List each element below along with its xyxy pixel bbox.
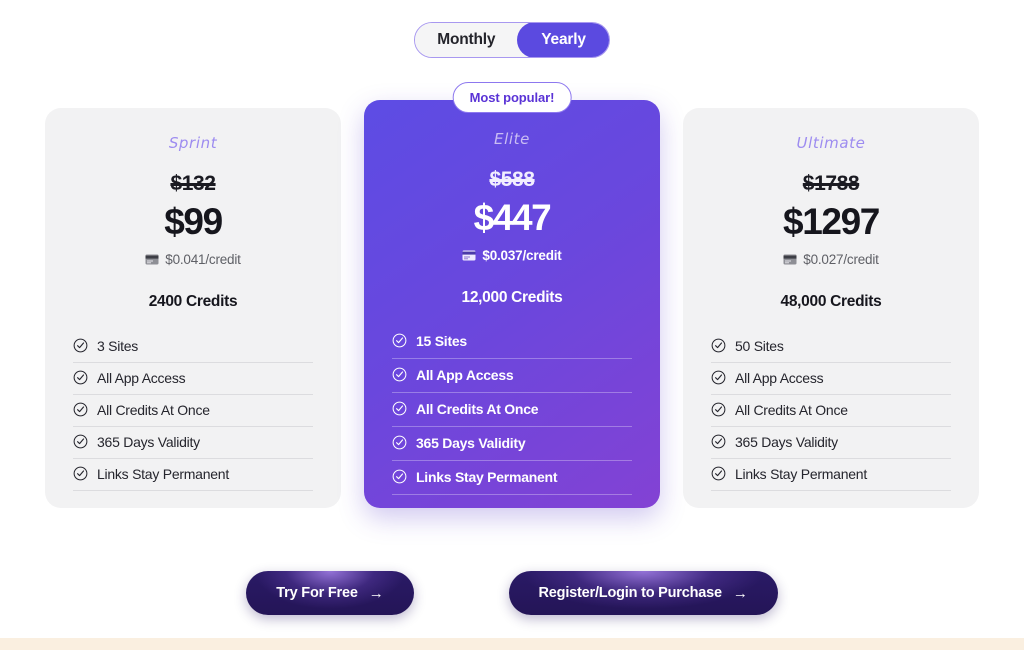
register-login-purchase-button[interactable]: Register/Login to Purchase → [509, 571, 778, 615]
current-price: $99 [164, 201, 223, 242]
feature-list: 3 Sites All App Access All Credits At On… [67, 331, 319, 491]
feature-item: 365 Days Validity [392, 427, 632, 461]
credit-card-icon [145, 254, 159, 265]
check-circle-icon [73, 467, 88, 481]
billing-period-toggle[interactable]: Monthly Yearly [414, 22, 610, 58]
feature-item: Links Stay Permanent [73, 459, 313, 491]
per-credit-rate-row: $0.041/credit [67, 252, 319, 267]
arrow-right-icon: → [368, 584, 384, 602]
check-circle-icon [711, 435, 726, 449]
check-circle-icon [73, 435, 88, 449]
original-price: $132 [170, 172, 216, 195]
original-price: $588 [489, 168, 535, 191]
feature-item: All App Access [711, 363, 951, 395]
feature-label: All Credits At Once [97, 401, 210, 418]
register-login-purchase-label: Register/Login to Purchase [538, 585, 723, 601]
arrow-right-icon: → [732, 584, 748, 602]
feature-item: All Credits At Once [392, 393, 632, 427]
billing-toggle-container: Monthly Yearly [0, 22, 1024, 58]
feature-item: 365 Days Validity [73, 427, 313, 459]
check-circle-icon [73, 403, 88, 417]
check-circle-icon [392, 368, 407, 382]
current-price: $1297 [783, 201, 880, 242]
check-circle-icon [711, 371, 726, 385]
check-circle-icon [392, 334, 407, 348]
credits-amount: 48,000 Credits [780, 292, 882, 310]
feature-item: 50 Sites [711, 331, 951, 363]
feature-label: 50 Sites [735, 337, 784, 354]
feature-label: All Credits At Once [735, 401, 848, 418]
per-credit-rate-row: $0.037/credit [386, 248, 638, 263]
toggle-option-yearly-label: Yearly [541, 31, 586, 48]
feature-item: 3 Sites [73, 331, 313, 363]
feature-label: Links Stay Permanent [416, 468, 558, 485]
check-circle-icon [711, 467, 726, 481]
try-for-free-button[interactable]: Try For Free → [246, 571, 413, 615]
credit-card-icon [783, 254, 797, 265]
feature-label: All App Access [97, 369, 186, 386]
most-popular-badge: Most popular! [452, 82, 572, 113]
toggle-option-monthly-label: Monthly [437, 31, 496, 48]
toggle-option-yearly[interactable]: Yearly [517, 23, 609, 57]
credits-amount: 2400 Credits [148, 292, 238, 310]
plan-name: Sprint [168, 134, 218, 152]
credit-card-icon [462, 250, 476, 261]
check-circle-icon [73, 339, 88, 353]
pricing-card-elite[interactable]: Most popular! Elite $588 $447 $0.037/cre… [364, 82, 660, 508]
per-credit-rate-row: $0.027/credit [705, 252, 957, 267]
feature-item: All Credits At Once [73, 395, 313, 427]
try-for-free-label: Try For Free [276, 585, 358, 601]
feature-label: 365 Days Validity [735, 433, 838, 450]
feature-label: 365 Days Validity [97, 433, 200, 450]
check-circle-icon [711, 403, 726, 417]
check-circle-icon [392, 470, 407, 484]
check-circle-icon [392, 436, 407, 450]
feature-list: 15 Sites All App Access All Credits At O… [386, 325, 638, 495]
feature-label: All App Access [416, 366, 514, 383]
check-circle-icon [392, 402, 407, 416]
pricing-card-ultimate[interactable]: Ultimate $1788 $1297 $0.027/credit 48,00… [683, 108, 979, 508]
check-circle-icon [711, 339, 726, 353]
current-price: $447 [473, 197, 552, 238]
feature-item: All Credits At Once [711, 395, 951, 427]
cta-button-row: Try For Free → Register/Login to Purchas… [0, 571, 1024, 615]
original-price: $1788 [802, 172, 860, 195]
feature-label: 365 Days Validity [416, 434, 526, 451]
credits-amount: 12,000 Credits [461, 288, 563, 306]
per-credit-rate: $0.037/credit [482, 247, 562, 263]
feature-label: Links Stay Permanent [735, 465, 867, 482]
feature-label: 15 Sites [416, 332, 467, 349]
feature-label: Links Stay Permanent [97, 465, 229, 482]
feature-label: All Credits At Once [416, 400, 539, 417]
check-circle-icon [73, 371, 88, 385]
feature-item: 15 Sites [392, 325, 632, 359]
toggle-option-monthly[interactable]: Monthly [415, 23, 518, 57]
feature-label: All App Access [735, 369, 824, 386]
plan-name: Elite [494, 130, 530, 148]
feature-item: Links Stay Permanent [711, 459, 951, 491]
bottom-accent-band [0, 638, 1024, 650]
pricing-card-sprint[interactable]: Sprint $132 $99 $0.041/credit 2400 Credi… [45, 108, 341, 508]
feature-label: 3 Sites [97, 337, 139, 354]
per-credit-rate: $0.041/credit [165, 251, 241, 267]
per-credit-rate: $0.027/credit [803, 251, 879, 267]
feature-item: All App Access [392, 359, 632, 393]
feature-list: 50 Sites All App Access All Credits At O… [705, 331, 957, 491]
plan-name: Ultimate [796, 134, 866, 152]
pricing-cards-row: Sprint $132 $99 $0.041/credit 2400 Credi… [45, 82, 979, 508]
feature-item: 365 Days Validity [711, 427, 951, 459]
feature-item: Links Stay Permanent [392, 461, 632, 495]
feature-item: All App Access [73, 363, 313, 395]
